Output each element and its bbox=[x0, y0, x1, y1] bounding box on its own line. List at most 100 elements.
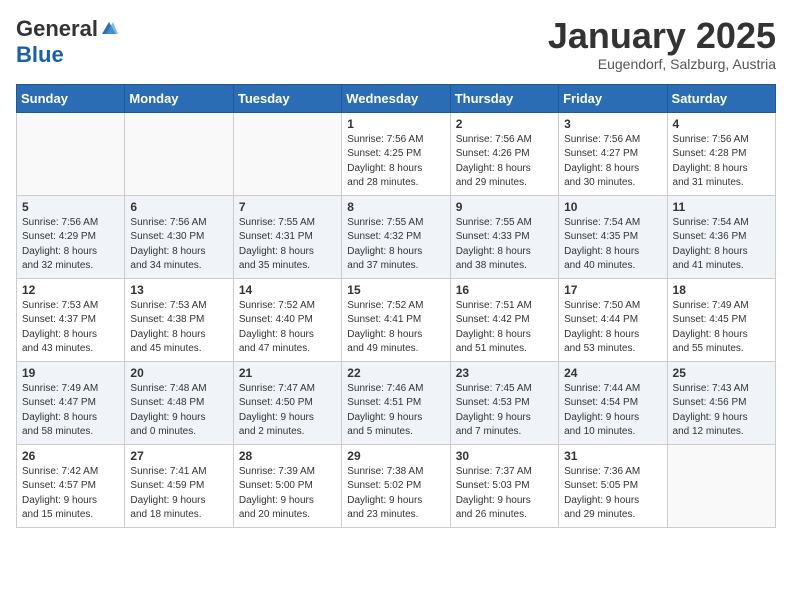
day-info: Sunrise: 7:55 AMSunset: 4:31 PMDaylight:… bbox=[239, 216, 336, 274]
logo-blue-text: Blue bbox=[16, 42, 64, 68]
day-number: 30 bbox=[456, 449, 553, 463]
day-number: 25 bbox=[673, 366, 770, 380]
day-number: 24 bbox=[564, 366, 661, 380]
calendar-week-row: 26Sunrise: 7:42 AMSunset: 4:57 PMDayligh… bbox=[17, 444, 776, 527]
day-cell-28: 28Sunrise: 7:39 AMSunset: 5:00 PMDayligh… bbox=[233, 444, 341, 527]
day-info: Sunrise: 7:51 AMSunset: 4:42 PMDaylight:… bbox=[456, 299, 553, 357]
day-cell-29: 29 Sunrise: 7:38 AMSunset: 5:02 PMDayligh… bbox=[342, 444, 450, 527]
day-cell-1: 1 Sunrise: 7:56 AMSunset: 4:25 PMDaylight… bbox=[342, 112, 450, 195]
day-number: 20 bbox=[130, 366, 227, 380]
day-cell-6: 6 Sunrise: 7:56 AMSunset: 4:30 PMDaylight… bbox=[125, 195, 233, 278]
day-number: 27 bbox=[130, 449, 227, 463]
day-number: 18 bbox=[673, 283, 770, 297]
day-info: Sunrise: 7:41 AMSunset: 4:59 PMDaylight:… bbox=[130, 465, 227, 523]
weekday-header-saturday: Saturday bbox=[667, 84, 775, 112]
calendar-week-row: 5Sunrise: 7:56 AMSunset: 4:29 PMDaylight… bbox=[17, 195, 776, 278]
weekday-header-sunday: Sunday bbox=[17, 84, 125, 112]
day-info: Sunrise: 7:48 AMSunset: 4:48 PMDaylight:… bbox=[130, 382, 227, 440]
day-number: 6 bbox=[130, 200, 227, 214]
weekday-header-monday: Monday bbox=[125, 84, 233, 112]
day-info: Sunrise: 7:46 AMSunset: 4:51 PMDaylight:… bbox=[347, 382, 444, 440]
day-info: Sunrise: 7:38 AMSunset: 5:02 PMDaylight:… bbox=[347, 465, 444, 523]
day-cell-10: 10 Sunrise: 7:54 AMSunset: 4:35 PMDayligh… bbox=[559, 195, 667, 278]
day-info: Sunrise: 7:52 AMSunset: 4:41 PMDaylight:… bbox=[347, 299, 444, 357]
day-number: 3 bbox=[564, 117, 661, 131]
day-cell-17: 17 Sunrise: 7:50 AMSunset: 4:44 PMDayligh… bbox=[559, 278, 667, 361]
day-info: Sunrise: 7:55 AMSunset: 4:32 PMDaylight:… bbox=[347, 216, 444, 274]
day-info: Sunrise: 7:56 AMSunset: 4:27 PMDaylight:… bbox=[564, 133, 661, 191]
day-cell-4: 4Sunrise: 7:56 AMSunset: 4:28 PMDaylight… bbox=[667, 112, 775, 195]
day-number: 7 bbox=[239, 200, 336, 214]
day-cell-2: 2 Sunrise: 7:56 AMSunset: 4:26 PMDaylight… bbox=[450, 112, 558, 195]
day-info: Sunrise: 7:49 AMSunset: 4:45 PMDaylight:… bbox=[673, 299, 770, 357]
day-number: 13 bbox=[130, 283, 227, 297]
day-cell-31: 31Sunrise: 7:36 AMSunset: 5:05 PMDayligh… bbox=[559, 444, 667, 527]
weekday-header-tuesday: Tuesday bbox=[233, 84, 341, 112]
title-block: January 2025 Eugendorf, Salzburg, Austri… bbox=[548, 16, 776, 72]
day-info: Sunrise: 7:53 AMSunset: 4:38 PMDaylight:… bbox=[130, 299, 227, 357]
day-cell-14: 14 Sunrise: 7:52 AMSunset: 4:40 PMDayligh… bbox=[233, 278, 341, 361]
day-number: 5 bbox=[22, 200, 119, 214]
day-info: Sunrise: 7:47 AMSunset: 4:50 PMDaylight:… bbox=[239, 382, 336, 440]
day-cell-9: 9 Sunrise: 7:55 AMSunset: 4:33 PMDaylight… bbox=[450, 195, 558, 278]
day-info: Sunrise: 7:55 AMSunset: 4:33 PMDaylight:… bbox=[456, 216, 553, 274]
day-cell-empty bbox=[17, 112, 125, 195]
day-number: 2 bbox=[456, 117, 553, 131]
day-cell-19: 19 Sunrise: 7:49 AMSunset: 4:47 PMDayligh… bbox=[17, 361, 125, 444]
day-cell-7: 7 Sunrise: 7:55 AMSunset: 4:31 PMDaylight… bbox=[233, 195, 341, 278]
day-cell-20: 20 Sunrise: 7:48 AMSunset: 4:48 PMDayligh… bbox=[125, 361, 233, 444]
day-number: 15 bbox=[347, 283, 444, 297]
weekday-header-row: SundayMondayTuesdayWednesdayThursdayFrid… bbox=[17, 84, 776, 112]
day-number: 4 bbox=[673, 117, 770, 131]
day-number: 11 bbox=[673, 200, 770, 214]
day-number: 14 bbox=[239, 283, 336, 297]
day-number: 22 bbox=[347, 366, 444, 380]
day-cell-empty bbox=[667, 444, 775, 527]
day-cell-15: 15 Sunrise: 7:52 AMSunset: 4:41 PMDayligh… bbox=[342, 278, 450, 361]
day-info: Sunrise: 7:54 AMSunset: 4:35 PMDaylight:… bbox=[564, 216, 661, 274]
day-number: 23 bbox=[456, 366, 553, 380]
day-info: Sunrise: 7:56 AMSunset: 4:25 PMDaylight:… bbox=[347, 133, 444, 191]
day-info: Sunrise: 7:49 AMSunset: 4:47 PMDaylight:… bbox=[22, 382, 119, 440]
day-cell-5: 5Sunrise: 7:56 AMSunset: 4:29 PMDaylight… bbox=[17, 195, 125, 278]
day-info: Sunrise: 7:36 AMSunset: 5:05 PMDaylight:… bbox=[564, 465, 661, 523]
day-number: 19 bbox=[22, 366, 119, 380]
day-cell-30: 30Sunrise: 7:37 AMSunset: 5:03 PMDayligh… bbox=[450, 444, 558, 527]
calendar-week-row: 19 Sunrise: 7:49 AMSunset: 4:47 PMDayligh… bbox=[17, 361, 776, 444]
day-info: Sunrise: 7:53 AMSunset: 4:37 PMDaylight:… bbox=[22, 299, 119, 357]
day-cell-16: 16 Sunrise: 7:51 AMSunset: 4:42 PMDayligh… bbox=[450, 278, 558, 361]
weekday-header-thursday: Thursday bbox=[450, 84, 558, 112]
day-number: 28 bbox=[239, 449, 336, 463]
day-info: Sunrise: 7:44 AMSunset: 4:54 PMDaylight:… bbox=[564, 382, 661, 440]
day-info: Sunrise: 7:52 AMSunset: 4:40 PMDaylight:… bbox=[239, 299, 336, 357]
day-cell-empty bbox=[233, 112, 341, 195]
calendar-week-row: 12Sunrise: 7:53 AMSunset: 4:37 PMDayligh… bbox=[17, 278, 776, 361]
location-subtitle: Eugendorf, Salzburg, Austria bbox=[548, 56, 776, 72]
day-number: 17 bbox=[564, 283, 661, 297]
day-cell-23: 23 Sunrise: 7:45 AMSunset: 4:53 PMDayligh… bbox=[450, 361, 558, 444]
day-info: Sunrise: 7:45 AMSunset: 4:53 PMDaylight:… bbox=[456, 382, 553, 440]
day-number: 10 bbox=[564, 200, 661, 214]
day-cell-3: 3 Sunrise: 7:56 AMSunset: 4:27 PMDaylight… bbox=[559, 112, 667, 195]
logo-general-text: General bbox=[16, 16, 98, 42]
day-number: 1 bbox=[347, 117, 444, 131]
day-cell-22: 22 Sunrise: 7:46 AMSunset: 4:51 PMDayligh… bbox=[342, 361, 450, 444]
day-cell-25: 25 Sunrise: 7:43 AMSunset: 4:56 PMDayligh… bbox=[667, 361, 775, 444]
day-number: 29 bbox=[347, 449, 444, 463]
day-number: 16 bbox=[456, 283, 553, 297]
day-info: Sunrise: 7:43 AMSunset: 4:56 PMDaylight:… bbox=[673, 382, 770, 440]
day-info: Sunrise: 7:56 AMSunset: 4:26 PMDaylight:… bbox=[456, 133, 553, 191]
day-cell-11: 11Sunrise: 7:54 AMSunset: 4:36 PMDayligh… bbox=[667, 195, 775, 278]
day-cell-8: 8Sunrise: 7:55 AMSunset: 4:32 PMDaylight… bbox=[342, 195, 450, 278]
day-cell-27: 27 Sunrise: 7:41 AMSunset: 4:59 PMDayligh… bbox=[125, 444, 233, 527]
day-info: Sunrise: 7:42 AMSunset: 4:57 PMDaylight:… bbox=[22, 465, 119, 523]
logo: General Blue bbox=[16, 16, 118, 68]
day-cell-24: 24 Sunrise: 7:44 AMSunset: 4:54 PMDayligh… bbox=[559, 361, 667, 444]
calendar-table: SundayMondayTuesdayWednesdayThursdayFrid… bbox=[16, 84, 776, 528]
day-info: Sunrise: 7:50 AMSunset: 4:44 PMDaylight:… bbox=[564, 299, 661, 357]
day-number: 9 bbox=[456, 200, 553, 214]
calendar-week-row: 1 Sunrise: 7:56 AMSunset: 4:25 PMDaylight… bbox=[17, 112, 776, 195]
day-cell-empty bbox=[125, 112, 233, 195]
day-info: Sunrise: 7:56 AMSunset: 4:30 PMDaylight:… bbox=[130, 216, 227, 274]
month-title: January 2025 bbox=[548, 16, 776, 56]
